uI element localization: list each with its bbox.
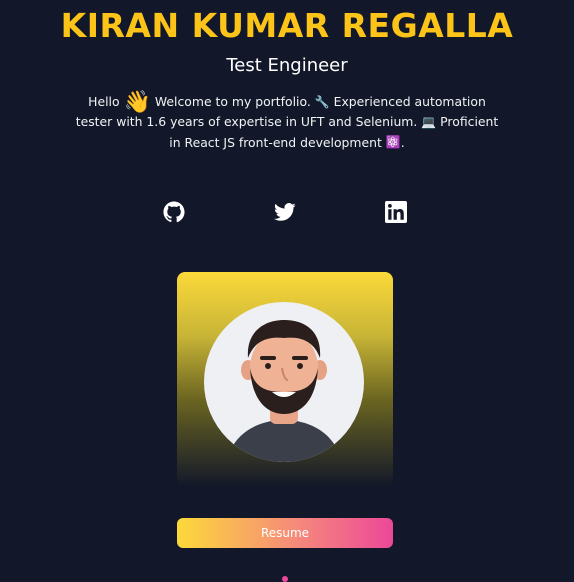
waving-hand-icon: 👋 (123, 89, 151, 115)
intro-welcome: Welcome to my portfolio. (154, 94, 311, 109)
resume-button[interactable]: Resume (177, 518, 393, 548)
scroll-indicator (282, 576, 288, 582)
intro-period: . (400, 134, 405, 150)
avatar (204, 302, 364, 462)
wrench-icon: 🔧 (314, 94, 330, 109)
github-icon (163, 201, 185, 223)
twitter-link[interactable] (273, 200, 297, 224)
atom-icon: ⚛️ (385, 135, 401, 150)
hero-role: Test Engineer (226, 55, 348, 76)
intro-text: Hello 👋 Welcome to my portfolio. 🔧 Exper… (70, 89, 504, 153)
twitter-icon (274, 203, 296, 221)
intro-hello: Hello (88, 94, 120, 109)
social-links (0, 200, 574, 226)
github-link[interactable] (162, 200, 186, 224)
hero-name: KIRAN KUMAR REGALLA (60, 6, 514, 45)
linkedin-link[interactable] (384, 200, 408, 224)
laptop-icon: 💻 (421, 115, 437, 129)
linkedin-icon (385, 201, 407, 223)
portrait-card (177, 272, 393, 486)
avatar-illustration (226, 320, 342, 462)
